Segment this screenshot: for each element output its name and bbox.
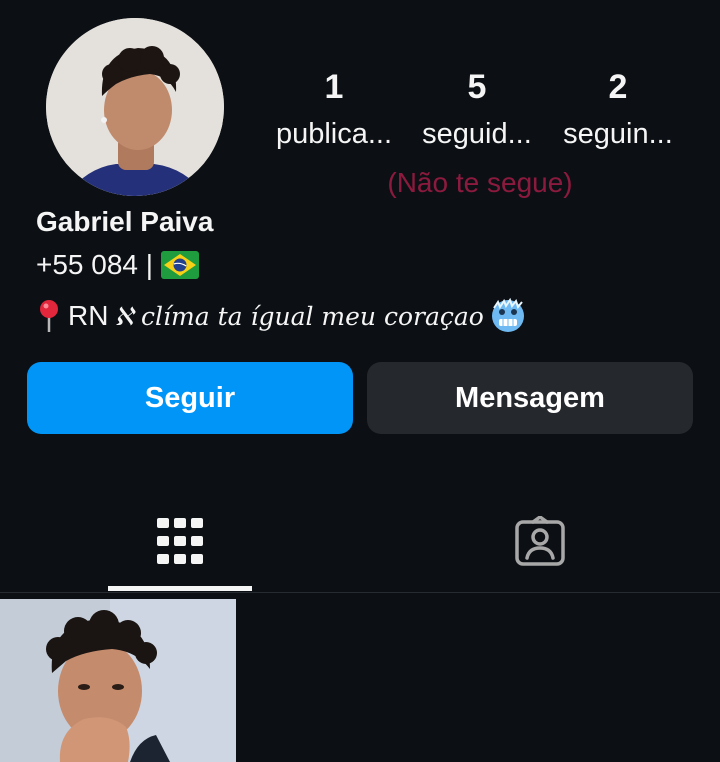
bio-text: ℵ clíma ta ígual meu coraçao	[114, 301, 484, 331]
tabs-divider	[0, 592, 720, 593]
tab-posts-grid[interactable]	[108, 505, 252, 577]
following-count: 2	[608, 68, 628, 106]
avatar-image	[46, 18, 224, 196]
cold-face-icon	[491, 298, 524, 332]
tagged-icon	[515, 516, 565, 566]
message-button-label: Mensagem	[455, 381, 605, 414]
followers-label: seguid...	[422, 118, 532, 150]
stat-followers[interactable]: 5 seguid...	[407, 66, 547, 152]
follow-button-label: Seguir	[144, 381, 236, 414]
grid-icon	[157, 518, 203, 564]
pin-icon	[40, 300, 58, 332]
posts-count: 1	[324, 68, 344, 106]
message-button[interactable]: Mensagem	[367, 362, 693, 434]
profile-avatar[interactable]	[46, 18, 224, 196]
brazil-flag-icon	[161, 251, 200, 279]
profile-bio: RN ℵ clíma ta ígual meu coraçao	[36, 298, 526, 334]
stat-following[interactable]: 2 seguin...	[548, 66, 688, 152]
posts-label: publica...	[275, 118, 393, 150]
follow-status-text: (Não te segue)	[387, 167, 573, 198]
bio-location: RN	[68, 300, 109, 331]
post-image	[0, 599, 236, 762]
profile-phone-line: +55 084 |	[36, 249, 200, 281]
tab-tagged[interactable]	[468, 505, 612, 577]
post-thumbnail[interactable]	[0, 599, 236, 762]
following-label: seguin...	[563, 118, 673, 150]
active-tab-indicator	[108, 586, 252, 591]
profile-phone: +55 084 |	[36, 249, 154, 280]
profile-name: Gabriel Paiva	[36, 206, 214, 237]
stat-posts[interactable]: 1 publica...	[264, 66, 404, 152]
follow-button[interactable]: Seguir	[27, 362, 353, 434]
followers-count: 5	[467, 68, 487, 106]
